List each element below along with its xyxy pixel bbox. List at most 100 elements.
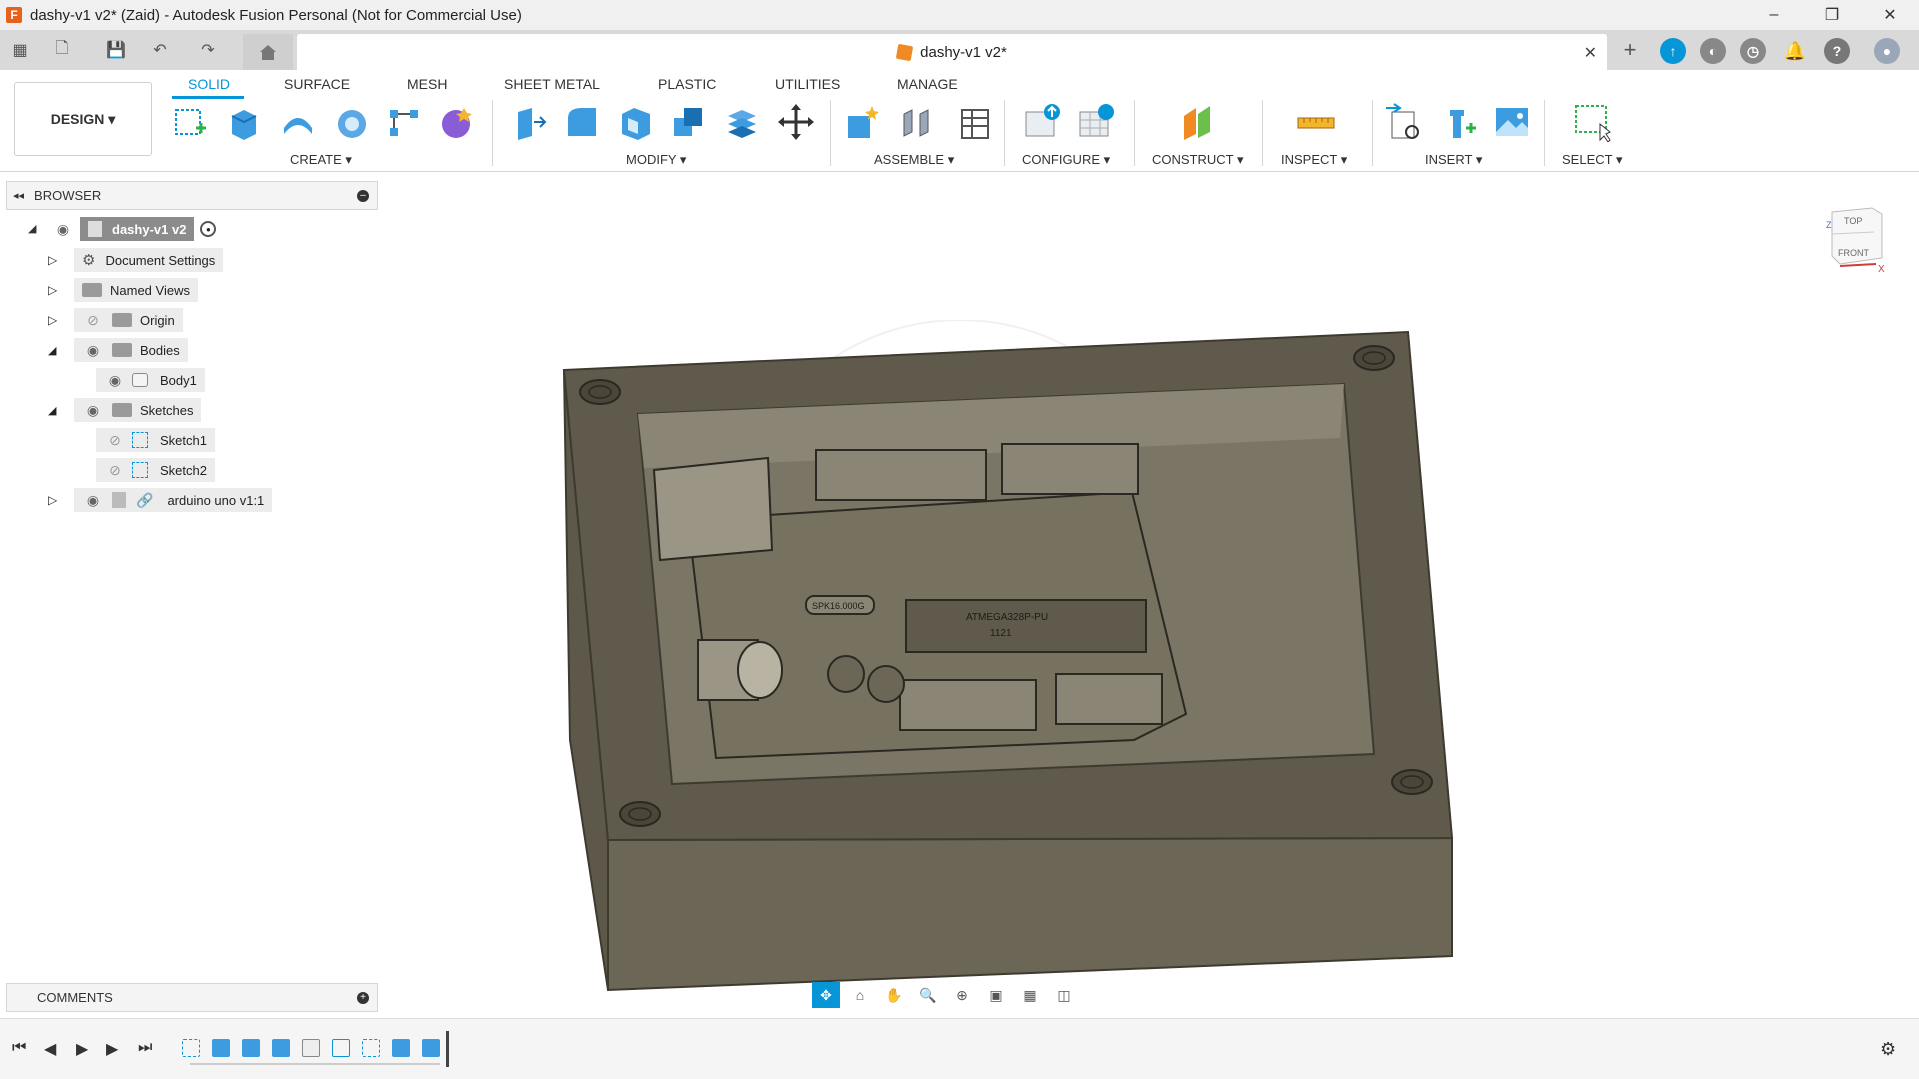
workspace-switcher-button[interactable]: DESIGN ▾: [14, 82, 152, 156]
hidden-eye-icon[interactable]: ⊘: [104, 432, 126, 449]
collapse-arrow-icon[interactable]: ◢: [48, 344, 62, 357]
close-tab-icon[interactable]: ✕: [1584, 43, 1597, 63]
model-viewport[interactable]: ATMEGA328P-PU 1121 SPK16.000G: [540, 320, 1480, 1000]
new-component-icon[interactable]: [842, 102, 882, 142]
look-at-icon[interactable]: ⌂: [846, 982, 874, 1008]
create-group-label[interactable]: CREATE ▾: [290, 152, 352, 168]
pattern-icon[interactable]: [384, 102, 424, 142]
combine-icon[interactable]: [668, 102, 708, 142]
expand-arrow-icon[interactable]: ▷: [48, 283, 62, 297]
comments-panel[interactable]: COMMENTS +: [6, 983, 378, 1012]
modify-group-label[interactable]: MODIFY ▾: [626, 152, 686, 168]
history-icon[interactable]: ◷: [1740, 38, 1766, 64]
app-grid-icon[interactable]: ▦: [8, 38, 32, 62]
minimize-panel-icon[interactable]: –: [357, 189, 369, 202]
fillet-icon[interactable]: [562, 102, 602, 142]
shell-icon[interactable]: [616, 102, 656, 142]
notifications-icon[interactable]: 🔔: [1782, 38, 1808, 64]
visibility-eye-icon[interactable]: ◉: [104, 372, 126, 389]
zoom-icon[interactable]: 🔍: [914, 982, 942, 1008]
job-status-icon[interactable]: ↑: [1660, 38, 1686, 64]
display-settings-icon[interactable]: ▣: [982, 982, 1010, 1008]
tree-item-bodies[interactable]: ◢ ◉ Bodies: [48, 338, 188, 362]
timeline-settings-icon[interactable]: ⚙: [1880, 1039, 1896, 1060]
play-icon[interactable]: ▶: [76, 1039, 88, 1059]
visibility-eye-icon[interactable]: ◉: [52, 221, 74, 238]
tab-mesh[interactable]: MESH: [407, 76, 447, 92]
select-group-label[interactable]: SELECT ▾: [1562, 152, 1622, 168]
help-icon[interactable]: ?: [1824, 38, 1850, 64]
tree-item-named-views[interactable]: ▷ Named Views: [48, 278, 198, 302]
tree-item-sketch2[interactable]: ⊘ Sketch2: [96, 458, 215, 482]
timeline-extrude-icon[interactable]: [392, 1039, 410, 1057]
measure-icon[interactable]: [1296, 102, 1336, 142]
sketches-row[interactable]: ◉ Sketches: [74, 398, 202, 422]
tree-item-body1[interactable]: ◉ Body1: [96, 368, 205, 392]
root-component-label[interactable]: dashy-v1 v2: [80, 217, 195, 241]
step-back-icon[interactable]: ◀: [44, 1039, 56, 1059]
browser-header[interactable]: ◂◂ BROWSER –: [6, 181, 378, 210]
tab-manage[interactable]: MANAGE: [897, 76, 958, 92]
insert-derive-icon[interactable]: [1384, 102, 1424, 142]
tree-item-origin[interactable]: ▷ ⊘ Origin: [48, 308, 183, 332]
tab-solid[interactable]: SOLID: [188, 76, 230, 92]
tree-item-document-settings[interactable]: ▷ ⚙ Document Settings: [48, 248, 224, 272]
visibility-eye-icon[interactable]: ◉: [82, 402, 104, 419]
tree-item-arduino[interactable]: ▷ ◉ 🔗 arduino uno v1:1: [48, 488, 273, 512]
create-sketch-icon[interactable]: [170, 102, 210, 142]
save-icon[interactable]: 💾: [104, 38, 128, 62]
offset-plane-icon[interactable]: [1178, 102, 1218, 142]
timeline-extrude-icon[interactable]: [422, 1039, 440, 1057]
visibility-eye-icon[interactable]: ◉: [82, 492, 104, 509]
inspect-group-label[interactable]: INSPECT ▾: [1281, 152, 1347, 168]
tab-plastic[interactable]: PLASTIC: [658, 76, 716, 92]
redo-icon[interactable]: ↷: [196, 38, 220, 62]
sketch1-row[interactable]: ⊘ Sketch1: [96, 428, 215, 452]
home-tab[interactable]: [243, 34, 293, 70]
new-tab-icon[interactable]: +: [1618, 37, 1642, 62]
tab-utilities[interactable]: UTILITIES: [775, 76, 840, 92]
expand-arrow-icon[interactable]: ▷: [48, 313, 62, 327]
configure-icon[interactable]: [1022, 102, 1062, 142]
orbit-icon[interactable]: ✥: [812, 982, 840, 1008]
timeline-extrude-icon[interactable]: [272, 1039, 290, 1057]
grid-icon[interactable]: ▦: [1016, 982, 1044, 1008]
fit-icon[interactable]: ⊕: [948, 982, 976, 1008]
select-window-icon[interactable]: [1572, 102, 1612, 142]
tree-item-sketch1[interactable]: ⊘ Sketch1: [96, 428, 215, 452]
origin-row[interactable]: ⊘ Origin: [74, 308, 183, 332]
insert-mcmaster-icon[interactable]: [1438, 102, 1478, 142]
configure-table-icon[interactable]: [1076, 102, 1116, 142]
timeline-sketch-icon[interactable]: [362, 1039, 380, 1057]
timeline-plane-icon[interactable]: [332, 1039, 350, 1057]
body1-row[interactable]: ◉ Body1: [96, 368, 205, 392]
collapse-arrow-icon[interactable]: ◢: [48, 404, 62, 417]
hole-icon[interactable]: [332, 102, 372, 142]
visibility-eye-icon[interactable]: ◉: [82, 342, 104, 359]
viewcube-top-label[interactable]: TOP: [1844, 216, 1862, 226]
bodies-row[interactable]: ◉ Bodies: [74, 338, 188, 362]
file-menu-icon[interactable]: 🗋: [50, 38, 74, 62]
sketch2-row[interactable]: ⊘ Sketch2: [96, 458, 215, 482]
extrude-icon[interactable]: [224, 102, 264, 142]
timeline-extrude-icon[interactable]: [212, 1039, 230, 1057]
avatar[interactable]: ●: [1874, 38, 1900, 64]
timeline-hole-icon[interactable]: [302, 1039, 320, 1057]
expand-arrow-icon[interactable]: ◢: [28, 222, 36, 235]
arduino-row[interactable]: ◉ 🔗 arduino uno v1:1: [74, 488, 273, 512]
configure-group-label[interactable]: CONFIGURE ▾: [1022, 152, 1110, 168]
timeline-extrude-icon[interactable]: [242, 1039, 260, 1057]
collapse-panel-icon[interactable]: ◂◂: [13, 189, 24, 202]
split-body-icon[interactable]: [722, 102, 762, 142]
timeline-sketch-icon[interactable]: [182, 1039, 200, 1057]
tab-surface[interactable]: SURFACE: [284, 76, 350, 92]
move-icon[interactable]: [776, 102, 816, 142]
document-tab[interactable]: dashy-v1 v2* ✕: [297, 34, 1607, 70]
maximize-button[interactable]: ❐: [1803, 0, 1861, 30]
step-forward-icon[interactable]: ▶: [106, 1039, 118, 1059]
insert-canvas-icon[interactable]: [1492, 102, 1532, 142]
construct-group-label[interactable]: CONSTRUCT ▾: [1152, 152, 1244, 168]
insert-group-label[interactable]: INSERT ▾: [1425, 152, 1482, 168]
viewcube-front-label[interactable]: FRONT: [1838, 248, 1869, 258]
go-to-end-icon[interactable]: ⏭: [138, 1039, 152, 1057]
